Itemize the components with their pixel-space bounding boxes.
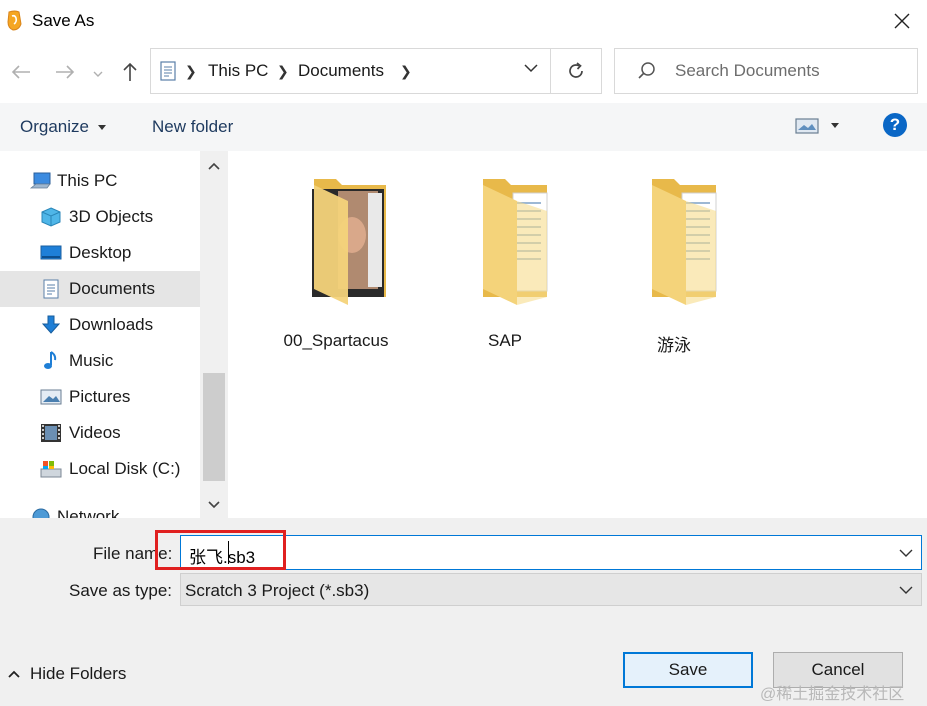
chevron-up-icon <box>8 670 20 678</box>
sidebar-item-videos[interactable]: Videos <box>0 415 200 451</box>
breadcrumb-this-pc[interactable]: This PC <box>208 61 268 81</box>
sidebar-item-label: This PC <box>57 171 118 190</box>
chevron-up-icon[interactable] <box>207 161 221 171</box>
address-bar[interactable]: ❯ This PC ❯ Documents ❯ <box>150 48 551 94</box>
help-button[interactable]: ? <box>883 113 907 137</box>
hide-folders-button[interactable]: Hide Folders <box>8 664 126 684</box>
folder-icon <box>483 179 548 305</box>
file-list: 00_Spartacus SAP 游泳 <box>228 151 927 518</box>
search-icon <box>638 62 655 79</box>
arrow-up-icon <box>123 62 137 81</box>
sidebar-item-label: Local Disk (C:) <box>69 459 181 478</box>
chevron-down-icon[interactable] <box>899 585 913 595</box>
recent-locations-button[interactable] <box>90 60 106 88</box>
window-title: Save As <box>32 11 95 30</box>
title-bar: Save As <box>0 0 927 44</box>
sidebar-item-label: Pictures <box>69 387 131 406</box>
up-button[interactable] <box>117 58 143 86</box>
breadcrumb-separator[interactable]: ❯ <box>400 63 412 80</box>
file-name: 游泳 <box>657 336 691 355</box>
sidebar-item-label: Desktop <box>69 243 132 262</box>
close-icon <box>894 13 910 29</box>
folder-with-photo-icon <box>312 179 386 305</box>
sidebar-item-pictures[interactable]: Pictures <box>0 379 200 415</box>
new-folder-button[interactable]: New folder <box>152 117 233 137</box>
file-item[interactable]: 00_Spartacus <box>256 171 406 350</box>
navigation-pane: This PC 3D Objects Desktop Documents Dow… <box>0 151 228 518</box>
sidebar-item-label: Music <box>69 351 114 370</box>
sidebar-item-this-pc[interactable]: This PC <box>0 163 200 199</box>
forward-button[interactable] <box>52 58 78 86</box>
sidebar-item-label: Network <box>57 507 120 518</box>
arrow-left-icon <box>11 65 30 79</box>
hide-folders-label: Hide Folders <box>30 664 127 683</box>
scratch-app-icon <box>7 10 22 31</box>
search-box[interactable] <box>614 48 918 94</box>
chevron-down-icon[interactable] <box>207 500 221 510</box>
sidebar-item-local-disk[interactable]: Local Disk (C:) <box>0 451 200 487</box>
view-options-icon[interactable] <box>795 117 819 135</box>
file-name: SAP <box>487 331 523 350</box>
sidebar-item-network[interactable]: Network <box>0 499 200 518</box>
breadcrumb-documents[interactable]: Documents <box>298 61 384 81</box>
sidebar-item-downloads[interactable]: Downloads <box>0 307 200 343</box>
file-item[interactable]: SAP <box>425 171 575 350</box>
document-icon <box>43 279 59 299</box>
film-icon <box>41 424 61 442</box>
chevron-down-icon[interactable] <box>524 63 538 73</box>
refresh-button[interactable] <box>551 48 602 94</box>
computer-icon <box>30 172 51 189</box>
pictures-icon <box>40 389 62 405</box>
document-icon <box>160 61 176 81</box>
sidebar-item-desktop[interactable]: Desktop <box>0 235 200 271</box>
save-type-value: Scratch 3 Project (*.sb3) <box>185 581 370 600</box>
sidebar-item-label: Documents <box>69 279 155 298</box>
chevron-down-icon <box>93 71 103 77</box>
arrow-right-icon <box>56 65 75 79</box>
sidebar-item-documents[interactable]: Documents <box>0 271 200 307</box>
save-button[interactable]: Save <box>623 652 753 688</box>
download-icon <box>41 315 61 334</box>
breadcrumb-separator[interactable]: ❯ <box>277 63 289 80</box>
sidebar-item-label: Videos <box>69 423 121 442</box>
close-button[interactable] <box>887 6 917 36</box>
file-item[interactable]: 游泳 <box>594 171 744 355</box>
file-name-input[interactable]: 张飞.sb3 <box>180 535 922 570</box>
disk-icon <box>40 461 62 478</box>
refresh-icon <box>569 62 583 78</box>
chevron-down-icon[interactable] <box>98 125 106 130</box>
desktop-icon <box>40 245 62 260</box>
sidebar-item-label: Downloads <box>69 315 154 334</box>
save-type-select[interactable]: Scratch 3 Project (*.sb3) <box>180 573 922 606</box>
cube-icon <box>41 207 61 227</box>
watermark: @稀土掘金技术社区 <box>760 686 905 703</box>
folder-icon <box>652 179 717 305</box>
sidebar-item-label: 3D Objects <box>69 207 154 226</box>
search-input[interactable] <box>675 61 905 81</box>
scrollbar-thumb[interactable] <box>203 373 225 481</box>
toolbar: Organize New folder <box>0 103 927 151</box>
chevron-down-icon[interactable] <box>899 548 913 558</box>
chevron-down-icon[interactable] <box>831 123 839 128</box>
back-button[interactable] <box>8 58 34 86</box>
sidebar-scrollbar[interactable] <box>200 151 228 518</box>
organize-button[interactable]: Organize <box>20 117 89 137</box>
sidebar-item-3d-objects[interactable]: 3D Objects <box>0 199 200 235</box>
annotation-highlight <box>155 530 286 570</box>
save-type-label: Save as type: <box>69 581 173 600</box>
network-icon <box>32 508 50 518</box>
sidebar-item-music[interactable]: Music <box>0 343 200 379</box>
music-note-icon <box>44 351 57 369</box>
file-name: 00_Spartacus <box>283 331 389 350</box>
breadcrumb-separator: ❯ <box>185 63 197 79</box>
